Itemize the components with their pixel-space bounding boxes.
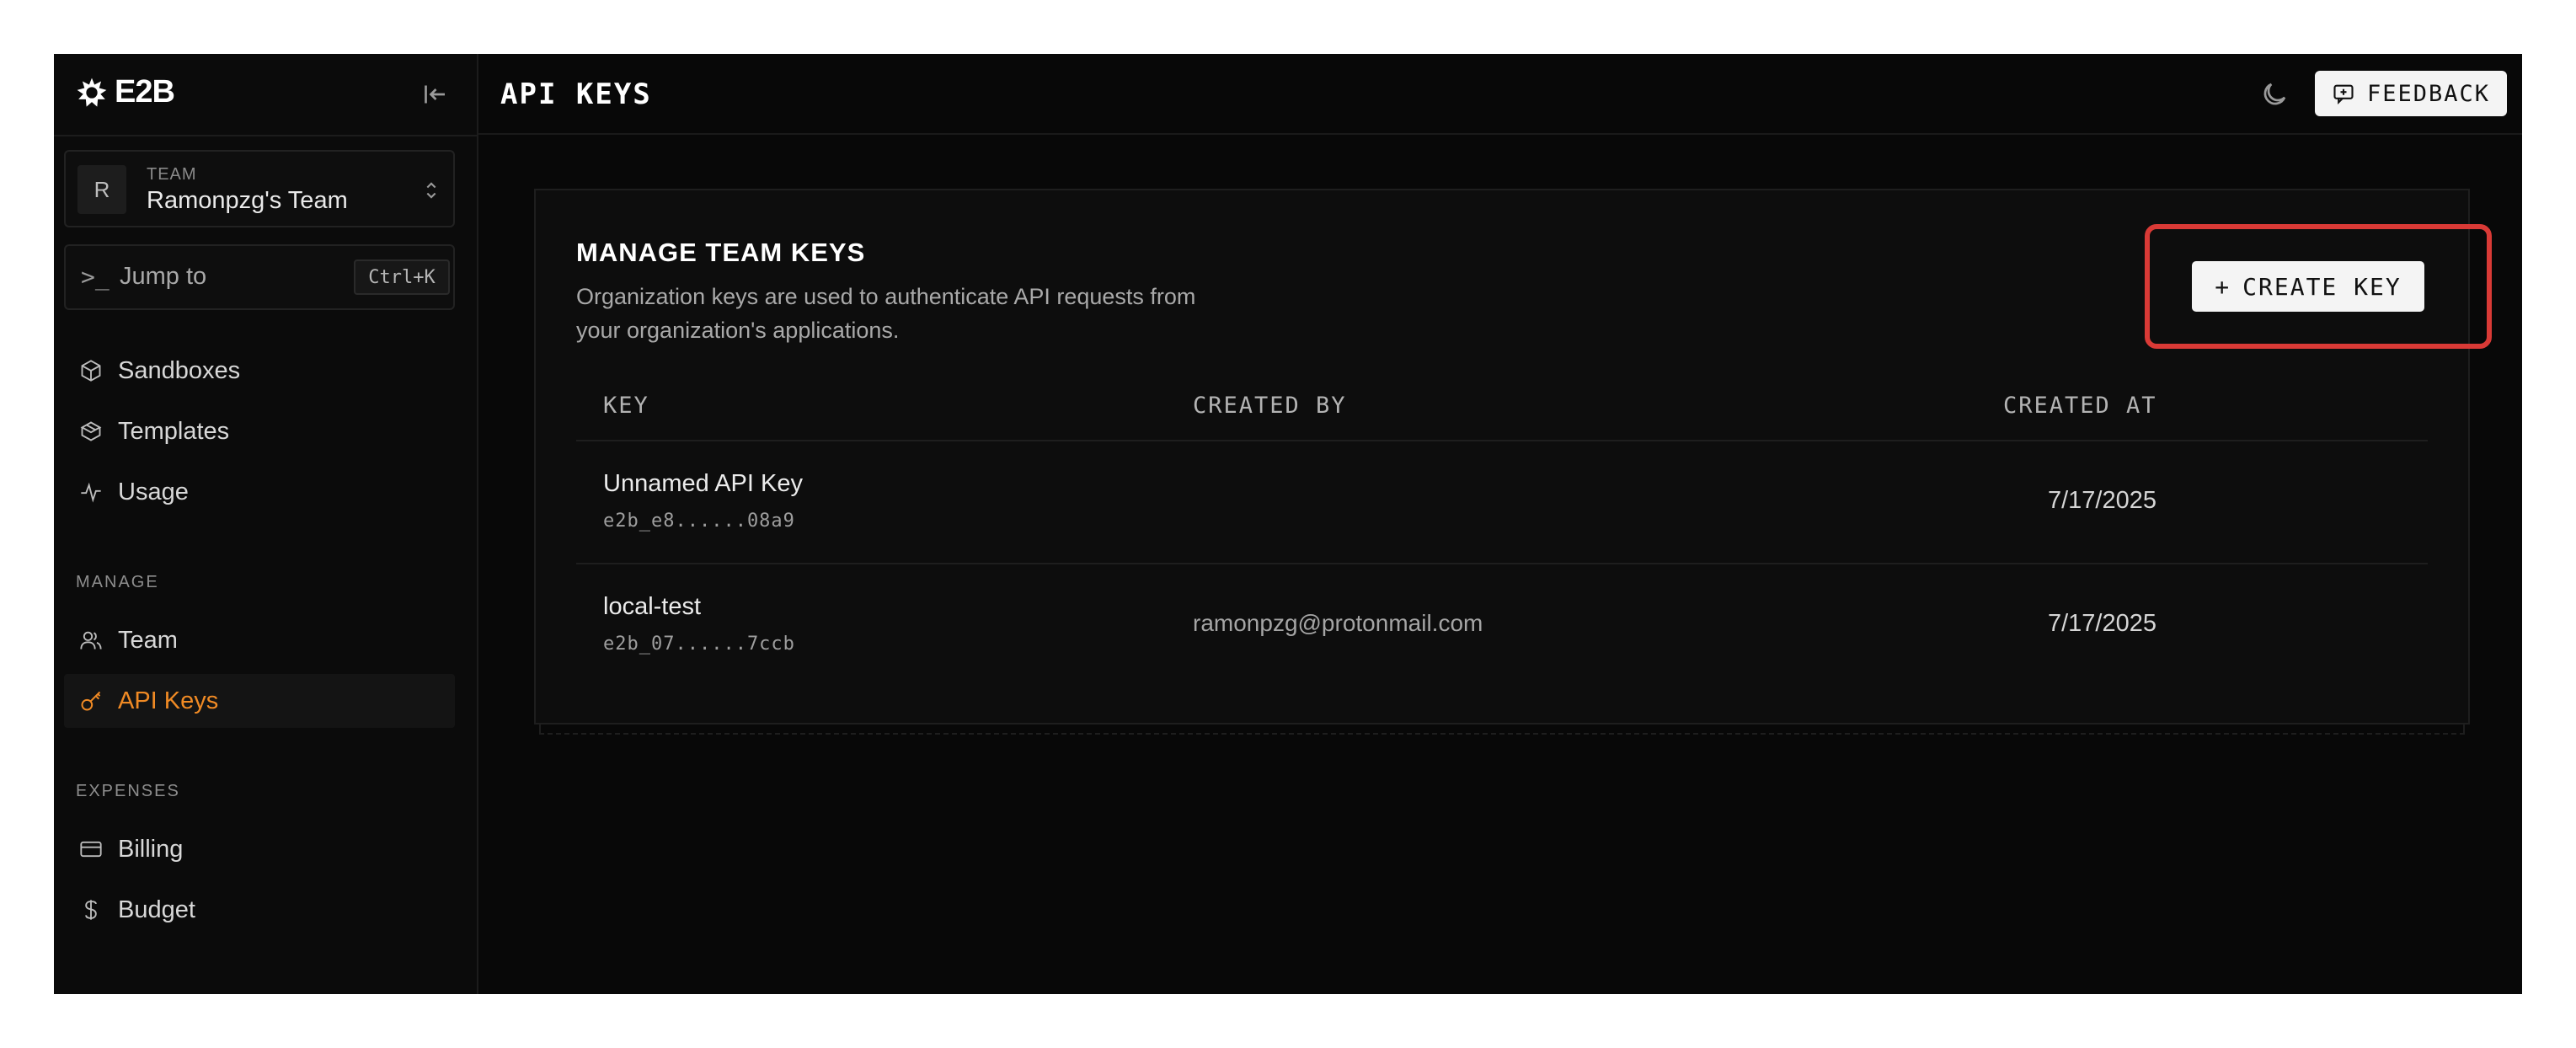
table-row[interactable]: local-test e2b_07......7ccb ramonpzg@pro… [576,563,2428,687]
team-selector[interactable]: R TEAM Ramonpzg's Team [64,150,455,227]
activity-icon [76,477,106,507]
sidebar-header: E2B [54,54,477,136]
feedback-label: FEEDBACK [2366,80,2491,107]
sidebar-item-label: Templates [118,417,230,445]
users-icon [76,625,106,655]
page-title: API KEYS [500,78,652,111]
team-avatar: R [77,165,126,214]
column-header-created-at[interactable]: CREATED AT [2003,393,2157,419]
created-at: 7/17/2025 [2047,610,2156,637]
key-masked-value: e2b_e8......08a9 [603,511,795,532]
top-bar: API KEYS FEEDBACK [478,54,2522,135]
jump-to-button[interactable]: >_ Jump to Ctrl+K [64,244,455,310]
create-key-label: CREATE KEY [2242,272,2402,301]
shortcut-badge: Ctrl+K [354,259,450,295]
card-title: MANAGE TEAM KEYS [576,238,866,267]
jump-to-label: Jump to [120,263,207,290]
chevron-up-down-icon [426,182,436,199]
message-icon [2333,84,2354,105]
sidebar-item-label: API Keys [118,687,219,714]
column-header-created-by[interactable]: CREATED BY [1193,393,1347,419]
key-icon [76,686,106,716]
logo[interactable]: E2B [76,74,175,110]
sidebar-item-billing[interactable]: Billing [64,822,455,876]
sidebar: E2B R TEAM Ramonpzg's Team >_ Jump to Ct… [54,54,478,994]
team-name: Ramonpzg's Team [147,187,348,214]
e2b-logo-icon [77,78,107,107]
table-row[interactable]: Unnamed API Key e2b_e8......08a9 7/17/20… [576,440,2428,564]
dollar-icon [76,895,106,925]
cube-icon [76,356,106,386]
collapse-sidebar-icon[interactable] [420,79,450,110]
sidebar-item-label: Budget [118,896,195,923]
brand-name: E2B [115,74,175,110]
card-shadow [539,725,2465,735]
terminal-icon: >_ [81,263,110,291]
sidebar-item-templates[interactable]: Templates [64,404,455,458]
column-header-key[interactable]: KEY [603,393,649,419]
sidebar-item-label: Billing [118,835,184,863]
sidebar-item-label: Team [118,626,178,654]
sidebar-item-api-keys[interactable]: API Keys [64,674,455,728]
sidebar-item-usage[interactable]: Usage [64,465,455,519]
created-at: 7/17/2025 [2047,487,2156,514]
feedback-button[interactable]: FEEDBACK [2315,71,2507,116]
app-window: E2B R TEAM Ramonpzg's Team >_ Jump to Ct… [54,54,2522,994]
sidebar-item-budget[interactable]: Budget [64,883,455,937]
credit-card-icon [76,834,106,864]
sidebar-item-sandboxes[interactable]: Sandboxes [64,344,455,398]
section-label-expenses: EXPENSES [76,782,180,800]
card-description: Organization keys are used to authentica… [576,284,1196,343]
manage-keys-card: MANAGE TEAM KEYS Organization keys are u… [534,189,2470,725]
box-icon [76,416,106,446]
moon-icon[interactable] [2259,79,2290,110]
section-label-manage: MANAGE [76,573,159,591]
plus-icon: + [2215,272,2231,301]
create-key-button[interactable]: + CREATE KEY [2192,261,2424,312]
created-by: ramonpzg@protonmail.com [1193,610,1483,636]
team-caption: TEAM [147,165,197,184]
sidebar-item-label: Usage [118,478,189,505]
key-name: local-test [603,593,702,620]
key-masked-value: e2b_07......7ccb [603,634,795,655]
key-name: Unnamed API Key [603,470,803,497]
sidebar-item-label: Sandboxes [118,356,241,384]
sidebar-item-team[interactable]: Team [64,613,455,667]
